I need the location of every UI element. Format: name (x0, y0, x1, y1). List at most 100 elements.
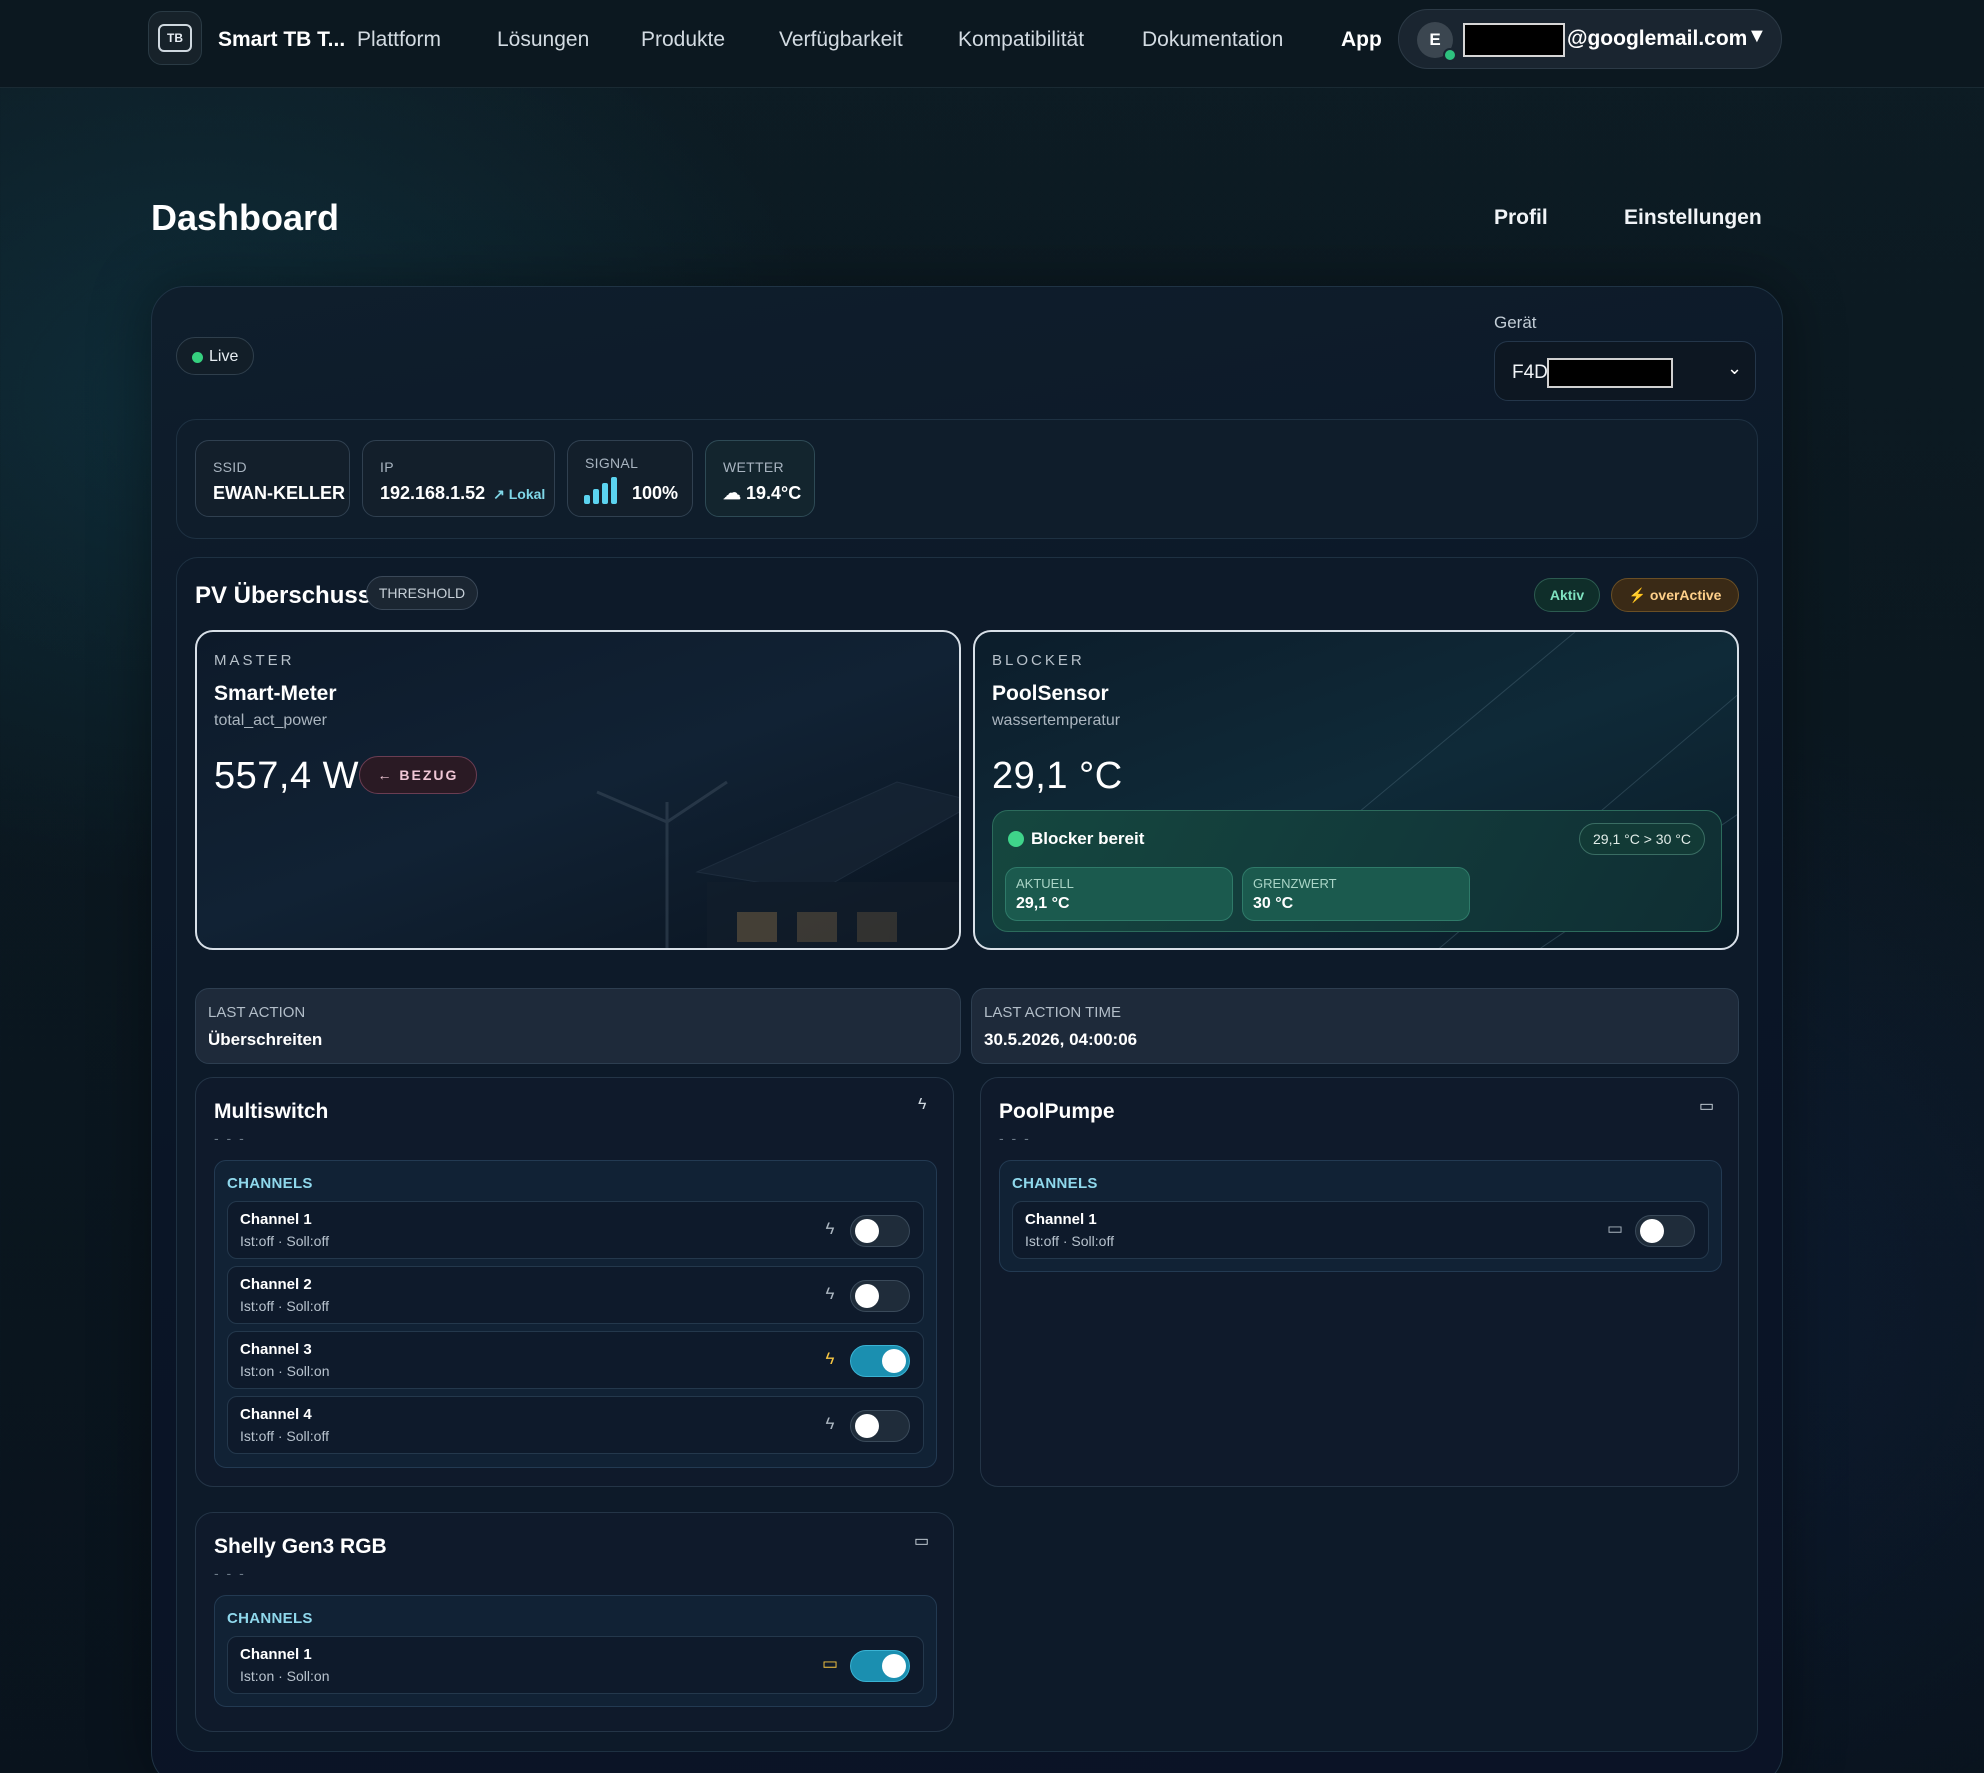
last-action-value: Überschreiten (208, 1030, 323, 1049)
channel-row: Channel 3 Ist:on · Soll:on ϟ (227, 1331, 924, 1389)
master-value: 557,4 W (214, 755, 360, 797)
nav-link-produkte[interactable]: Produkte (641, 28, 725, 52)
last-action-label: LAST ACTION (208, 1004, 306, 1021)
channel-name: Channel 1 (240, 1646, 312, 1663)
device-icon: ▭ (1606, 1219, 1624, 1238)
device-subtitle: - - - (214, 1565, 246, 1581)
ssid-stat: SSID EWAN-KELLER (195, 440, 350, 517)
last-action-time-value: 30.5.2026, 04:00:06 (984, 1030, 1138, 1049)
signal-stat: SIGNAL 100% (567, 440, 693, 517)
channel-toggle[interactable] (850, 1410, 910, 1442)
toggle-knob (855, 1414, 879, 1438)
caret-down-icon[interactable]: ▼ (1747, 25, 1767, 48)
channel-toggle[interactable] (850, 1345, 910, 1377)
channel-name: Channel 1 (240, 1211, 312, 1228)
ip-stat: IP 192.168.1.52 ↗ Lokal (362, 440, 555, 517)
channel-toggle[interactable] (850, 1650, 910, 1682)
toggle-knob (1640, 1219, 1664, 1243)
current-value: 29,1 °C (1016, 895, 1070, 912)
channel-row: Channel 1 Ist:on · Soll:on ▭ (227, 1636, 924, 1694)
user-email: @googlemail.com (1567, 27, 1748, 50)
plug-icon: ϟ (825, 1349, 835, 1368)
online-status-dot (1443, 48, 1457, 62)
ip-value-row: 192.168.1.52 ↗ Lokal (380, 483, 545, 504)
brand-name[interactable]: Smart TB T... (218, 28, 345, 52)
live-dot (192, 352, 203, 363)
toggle-knob (855, 1284, 879, 1308)
device-select[interactable]: F4D ⌄ (1494, 341, 1756, 401)
last-action-time-label: LAST ACTION TIME (984, 1004, 1121, 1021)
device-subtitle: - - - (999, 1130, 1031, 1146)
blocker-name: PoolSensor (992, 682, 1109, 705)
device-icon: ▭ (914, 1533, 930, 1550)
logo[interactable]: TB (148, 11, 202, 65)
channel-state: Ist:on · Soll:on (240, 1668, 330, 1684)
mode-badge: THRESHOLD (366, 576, 478, 610)
signal-label: SIGNAL (585, 455, 639, 471)
channel-state: Ist:on · Soll:on (240, 1363, 330, 1379)
weather-value: ☁ 19.4°C (723, 483, 802, 503)
last-action-card: LAST ACTION Überschreiten (195, 988, 961, 1064)
live-badge: Live (176, 337, 254, 375)
device-name: PoolPumpe (999, 1100, 1115, 1123)
device-value: F4D (1512, 362, 1548, 383)
house-illustration (596, 780, 959, 948)
channel-name: Channel 4 (240, 1406, 312, 1423)
nav-link-kompatibilitaet[interactable]: Kompatibilität (958, 28, 1084, 52)
blocker-status: Blocker bereit (1031, 829, 1145, 848)
blocker-value: 29,1 °C (992, 755, 1123, 797)
device-card-shelly-gen3-rgb: Shelly Gen3 RGB - - - ▭ CHANNELS Channel… (195, 1512, 954, 1732)
channel-row: Channel 4 Ist:off · Soll:off ϟ (227, 1396, 924, 1454)
master-name: Smart-Meter (214, 682, 337, 705)
page-title: Dashboard (151, 197, 340, 238)
channels-heading: CHANNELS (227, 1610, 313, 1627)
channels-panel: CHANNELS Channel 1 Ist:off · Soll:off ϟ … (214, 1160, 937, 1468)
ip-value: 192.168.1.52 (380, 483, 486, 503)
channel-toggle[interactable] (850, 1280, 910, 1312)
plug-icon: ϟ (918, 1096, 927, 1113)
user-menu[interactable]: E @googlemail.com ▼ (1398, 9, 1782, 69)
master-card: MASTER Smart-Meter total_act_power 557,4… (195, 630, 961, 950)
top-navbar: TB Smart TB T... Plattform Lösungen Prod… (0, 0, 1984, 88)
master-kicker: MASTER (214, 652, 295, 669)
ssid-label: SSID (213, 459, 247, 475)
blocker-condition: 29,1 °C > 30 °C (1579, 823, 1705, 855)
current-label: AKTUELL (1016, 876, 1074, 891)
nav-link-dokumentation[interactable]: Dokumentation (1142, 28, 1283, 52)
ip-local-link[interactable]: ↗ Lokal (493, 486, 545, 502)
channel-state: Ist:off · Soll:off (240, 1233, 329, 1249)
device-icon: ▭ (821, 1654, 839, 1673)
nav-link-verfuegbarkeit[interactable]: Verfügbarkeit (779, 28, 903, 52)
limit-label: GRENZWERT (1253, 876, 1337, 891)
channels-heading: CHANNELS (1012, 1175, 1098, 1192)
toggle-knob (882, 1349, 906, 1373)
profile-link[interactable]: Profil (1494, 206, 1548, 230)
nav-link-loesungen[interactable]: Lösungen (497, 28, 589, 52)
blocker-status-dot (1008, 831, 1024, 847)
plug-icon: ϟ (825, 1219, 835, 1238)
channel-toggle[interactable] (850, 1215, 910, 1247)
nav-link-app[interactable]: App (1341, 28, 1382, 52)
blocker-kicker: BLOCKER (992, 652, 1085, 669)
email-redaction (1463, 23, 1565, 57)
logo-mark: TB (158, 24, 192, 52)
settings-link[interactable]: Einstellungen (1624, 206, 1762, 230)
channel-name: Channel 1 (1025, 1211, 1097, 1228)
device-name: Shelly Gen3 RGB (214, 1535, 387, 1558)
device-subtitle: - - - (214, 1130, 246, 1146)
limit-value: 30 °C (1253, 895, 1294, 912)
channel-row: Channel 1 Ist:off · Soll:off ▭ (1012, 1201, 1709, 1259)
nav-link-plattform[interactable]: Plattform (357, 28, 441, 52)
channel-row: Channel 2 Ist:off · Soll:off ϟ (227, 1266, 924, 1324)
limit-value-box: GRENZWERT 30 °C (1242, 867, 1470, 921)
last-action-time-card: LAST ACTION TIME 30.5.2026, 04:00:06 (971, 988, 1739, 1064)
channel-toggle[interactable] (1635, 1215, 1695, 1247)
channels-heading: CHANNELS (227, 1175, 313, 1192)
toggle-knob (882, 1654, 906, 1678)
blocker-status-box: Blocker bereit 29,1 °C > 30 °C AKTUELL 2… (992, 810, 1722, 932)
master-metric: total_act_power (214, 712, 327, 729)
ip-label: IP (380, 459, 394, 475)
device-icon: ▭ (1699, 1098, 1715, 1115)
overactive-badge: ⚡ overActive (1611, 578, 1739, 612)
device-name: Multiswitch (214, 1100, 329, 1123)
